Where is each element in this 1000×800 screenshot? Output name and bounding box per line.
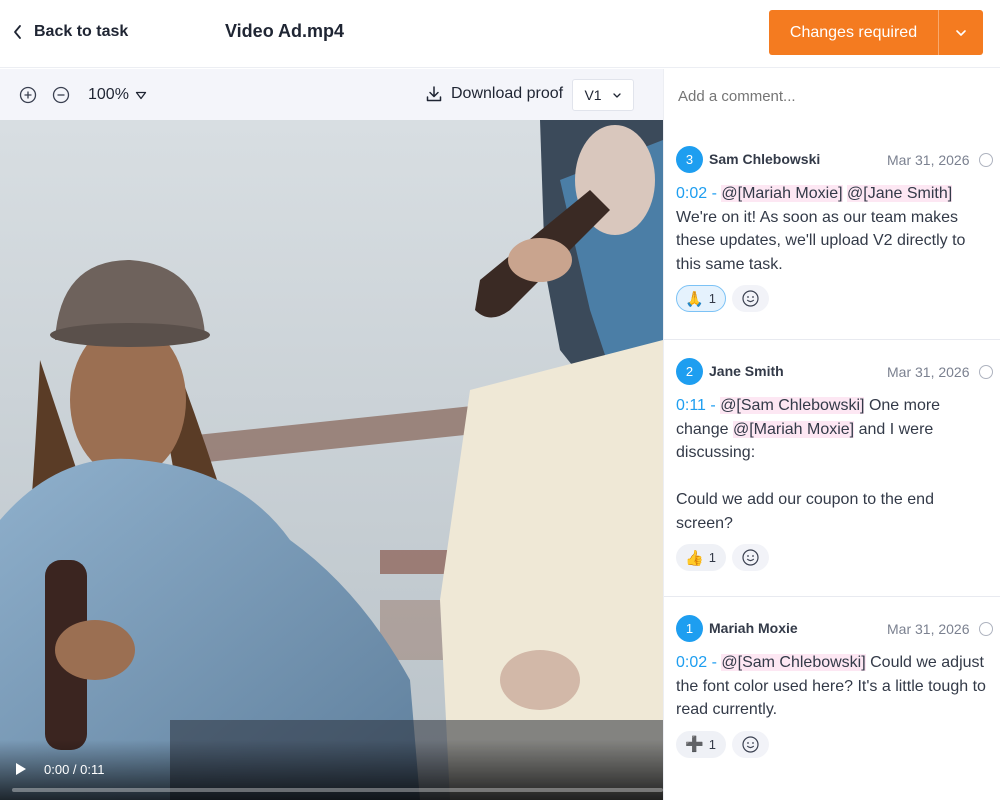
pray-emoji-icon: 🙏 (685, 290, 704, 308)
comment-header: 1 Mariah Moxie Mar 31, 2026 (676, 614, 993, 642)
reaction-count: 1 (708, 291, 716, 306)
caret-down-icon (135, 91, 147, 99)
zoom-out-icon[interactable] (52, 86, 70, 104)
download-proof-button[interactable]: Download proof (425, 85, 563, 103)
file-title: Video Ad.mp4 (225, 21, 345, 41)
video-frame (0, 120, 663, 800)
comment-item: 2 Jane Smith Mar 31, 2026 0:11 - @[Sam C… (664, 339, 1000, 571)
reaction-pill[interactable]: 🙏 1 (676, 285, 726, 312)
comment-date: Mar 31, 2026 (887, 152, 970, 168)
add-reaction-button[interactable] (732, 285, 769, 312)
reaction-count: 1 (708, 550, 716, 565)
comment-timestamp-link[interactable]: 0:11 - (676, 397, 716, 414)
thumbs-up-emoji-icon: 👍 (685, 549, 704, 567)
comment-body: 0:11 - @[Sam Chlebowski] One more change… (676, 394, 988, 535)
chevron-down-icon (956, 29, 966, 36)
comment-timestamp-link[interactable]: 0:02 - (676, 654, 717, 671)
add-reaction-button[interactable] (732, 544, 769, 571)
reaction-pill[interactable]: ➕ 1 (676, 730, 726, 758)
zoom-level-select[interactable]: 100% (88, 86, 147, 104)
zoom-level-value: 100% (88, 86, 129, 103)
comment-number-badge: 2 (676, 357, 703, 385)
resolve-circle-icon[interactable] (979, 153, 993, 167)
resolve-circle-icon[interactable] (979, 622, 993, 636)
play-icon[interactable] (14, 762, 28, 776)
comment-author: Jane Smith (709, 363, 784, 379)
smiley-icon (742, 290, 759, 307)
mention[interactable]: @[Jane Smith] (847, 185, 953, 202)
comment-header: 2 Jane Smith Mar 31, 2026 (676, 357, 993, 385)
back-to-task-link[interactable]: Back to task (12, 20, 128, 44)
comment-date: Mar 31, 2026 (887, 364, 970, 380)
reactions-row: 🙏 1 (676, 285, 988, 312)
plus-emoji-icon: ➕ (685, 736, 704, 753)
comment-timestamp-link[interactable]: 0:02 - (676, 185, 717, 202)
comment-author: Sam Chlebowski (709, 151, 821, 167)
reactions-row: ➕ 1 (676, 730, 988, 758)
video-progress-bar[interactable] (12, 788, 663, 792)
mention[interactable]: @[Sam Chlebowski] (720, 397, 865, 414)
proof-toolbar: 100% Download proof V1 (0, 69, 663, 120)
video-player[interactable]: 0:00 / 0:11 (0, 120, 663, 800)
add-reaction-button[interactable] (732, 730, 769, 758)
reactions-row: 👍 1 (676, 544, 988, 571)
comment-item: 1 Mariah Moxie Mar 31, 2026 0:02 - @[Sam… (664, 596, 1000, 758)
download-icon (426, 86, 442, 102)
comment-text: We're on it! As soon as our team makes t… (676, 208, 966, 273)
comment-header: 3 Sam Chlebowski Mar 31, 2026 (676, 145, 993, 173)
comments-panel: 3 Sam Chlebowski Mar 31, 2026 0:02 - @[M… (663, 69, 1000, 800)
resolve-circle-icon[interactable] (979, 365, 993, 379)
video-controls: 0:00 / 0:11 (0, 740, 663, 800)
download-proof-label: Download proof (451, 85, 564, 102)
version-value: V1 (584, 87, 602, 103)
video-timecode: 0:00 / 0:11 (44, 762, 105, 777)
comment-item: 3 Sam Chlebowski Mar 31, 2026 0:02 - @[M… (664, 145, 1000, 312)
add-comment-input[interactable] (664, 69, 1000, 124)
mention[interactable]: @[Mariah Moxie] (721, 185, 843, 202)
back-label: Back to task (34, 23, 129, 40)
comment-date: Mar 31, 2026 (887, 621, 970, 637)
version-select[interactable]: V1 (572, 79, 634, 111)
comment-number-badge: 1 (676, 614, 703, 642)
comment-body: 0:02 - @[Sam Chlebowski] Could we adjust… (676, 651, 988, 722)
comment-number-badge: 3 (676, 145, 703, 173)
comment-text: Could we add our coupon to the end scree… (676, 491, 934, 532)
mention[interactable]: @[Sam Chlebowski] (721, 654, 866, 671)
mention[interactable]: @[Mariah Moxie] (732, 420, 855, 438)
reaction-count: 1 (708, 736, 716, 752)
smiley-icon (742, 735, 759, 753)
zoom-in-icon[interactable] (19, 86, 37, 104)
status-dropdown-button[interactable] (939, 10, 983, 55)
status-split-button: Changes required (769, 10, 983, 55)
top-bar: Back to task Video Ad.mp4 Changes requir… (0, 0, 1000, 68)
reaction-pill[interactable]: 👍 1 (676, 544, 726, 571)
smiley-icon (742, 549, 759, 566)
changes-required-button[interactable]: Changes required (769, 10, 939, 55)
chevron-left-icon (14, 25, 21, 39)
comment-body: 0:02 - @[Mariah Moxie] @[Jane Smith] We'… (676, 182, 988, 276)
comment-author: Mariah Moxie (709, 620, 798, 636)
chevron-down-icon (612, 92, 621, 98)
